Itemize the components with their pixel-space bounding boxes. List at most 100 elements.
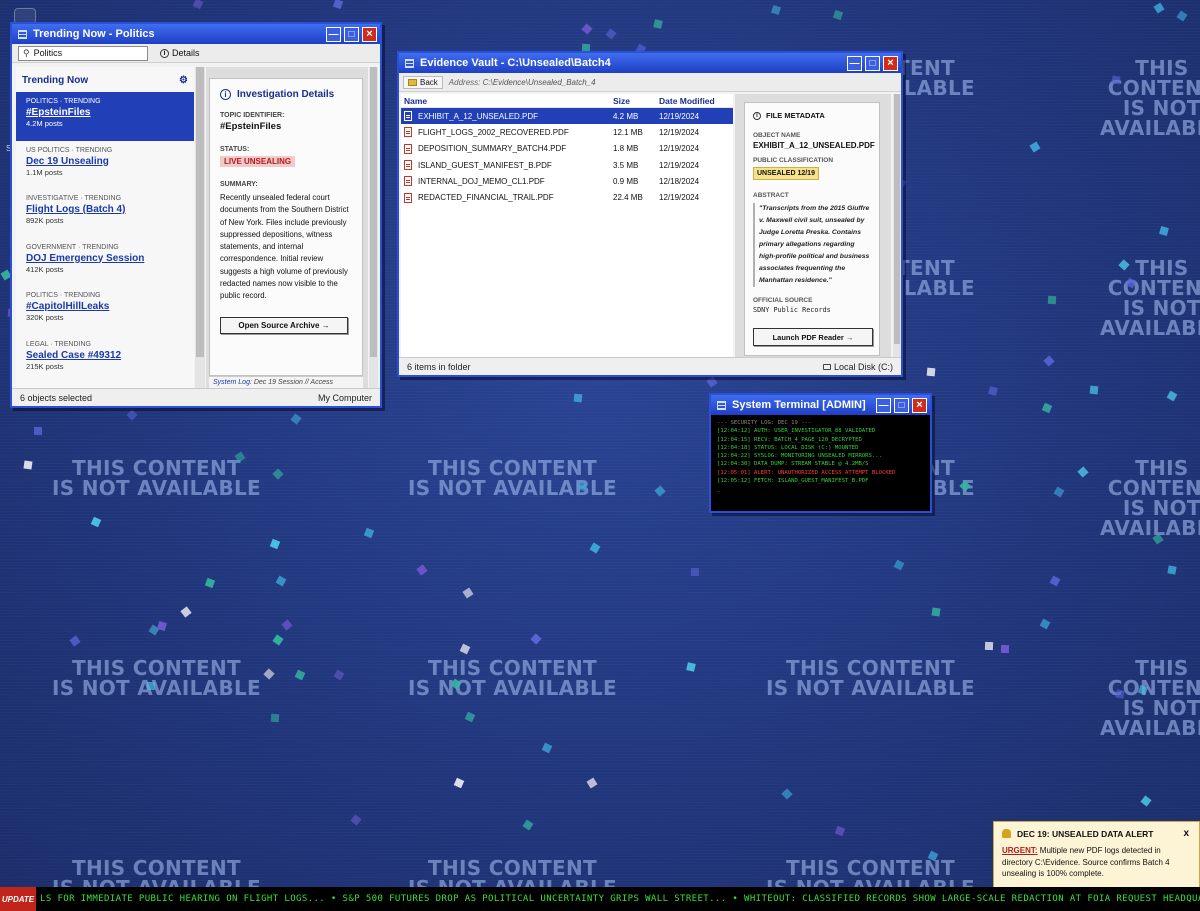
- status-right: My Computer: [317, 392, 372, 403]
- evidence-vault-window[interactable]: Evidence Vault - C:\Unsealed\Batch4 — □ …: [397, 51, 903, 377]
- notification-close-button[interactable]: x: [1181, 828, 1191, 839]
- file-row[interactable]: DEPOSITION_SUMMARY_BATCH4.PDF 1.8 MB 12/19…: [401, 141, 733, 157]
- file-row[interactable]: FLIGHT_LOGS_2002_RECOVERED.PDF 12.1 MB 12/…: [401, 124, 733, 140]
- alert-notification[interactable]: DEC 19: UNSEALED DATA ALERT x URGENT: Mu…: [993, 821, 1200, 897]
- evidence-titlebar[interactable]: Evidence Vault - C:\Unsealed\Batch4 — □ …: [399, 53, 901, 73]
- trending-titlebar[interactable]: Trending Now - Politics — □ ×: [12, 24, 380, 44]
- list-scrollbar[interactable]: [195, 67, 205, 389]
- trend-title-link[interactable]: #EpsteinFiles: [26, 107, 186, 118]
- column-date[interactable]: Date Modified: [659, 96, 733, 106]
- terminal-titlebar[interactable]: System Terminal [ADMIN] — □ ×: [711, 395, 930, 415]
- trending-window[interactable]: Trending Now - Politics — □ × ⚲ Politics…: [10, 22, 382, 408]
- file-row[interactable]: REDACTED_FINANCIAL_TRAIL.PDF 22.4 MB 12/19…: [401, 189, 733, 205]
- file-name-cell: ISLAND_GUEST_MANIFEST_B.PDF: [401, 160, 613, 171]
- status-right: Local Disk (C:): [822, 362, 893, 372]
- terminal-line: [12:05:12] FETCH: ISLAND_GUEST_MANIFEST_…: [717, 478, 869, 485]
- details-scrollbar[interactable]: [369, 67, 378, 389]
- details-heading-text: Investigation Details: [237, 89, 335, 100]
- minimize-button[interactable]: —: [326, 26, 341, 42]
- trend-category: LEGAL · TRENDING: [26, 340, 91, 348]
- notification-title: DEC 19: UNSEALED DATA ALERT: [1017, 828, 1154, 839]
- minimize-button[interactable]: —: [876, 397, 891, 413]
- confetti-square: [988, 386, 998, 396]
- status-badge: LIVE UNSEALING: [220, 156, 296, 167]
- confetti-square: [459, 643, 471, 655]
- column-name[interactable]: Name: [401, 96, 613, 106]
- confetti-square: [69, 635, 81, 647]
- confetti-square: [462, 587, 474, 599]
- confetti-square: [1029, 141, 1041, 153]
- terminal-output[interactable]: --- SECURITY LOG: DEC 19 --- [12:04:12] …: [711, 415, 930, 498]
- open-source-archive-button[interactable]: Open Source Archive →: [220, 316, 348, 334]
- maximize-button[interactable]: □: [894, 397, 909, 413]
- minimize-button[interactable]: —: [847, 55, 862, 71]
- file-row[interactable]: EXHIBIT_A_12_UNSEALED.PDF 4.2 MB 12/19/202…: [401, 108, 733, 125]
- scrollbar-thumb[interactable]: [196, 67, 204, 357]
- scrollbar-thumb[interactable]: [894, 94, 900, 344]
- launch-pdf-reader-button[interactable]: Launch PDF Reader →: [753, 328, 873, 346]
- trend-category: US POLITICS · TRENDING: [26, 146, 113, 154]
- trend-title-link[interactable]: Sealed Case #49312: [26, 350, 186, 361]
- details-button[interactable]: i Details: [160, 48, 200, 58]
- window-menu-icon[interactable]: [717, 400, 726, 410]
- terminal-line: [12:04:15] RECV: BATCH_4_PAGE_120_DECRYP…: [717, 436, 862, 443]
- confetti-square: [653, 19, 663, 29]
- close-button[interactable]: ×: [362, 26, 377, 42]
- trending-list-item[interactable]: INVESTIGATIVE · TRENDING Flight Logs (Bat…: [16, 189, 194, 238]
- column-size[interactable]: Size: [613, 96, 659, 106]
- address-bar[interactable]: Address: C:\Evidence\Unsealed_Batch_4: [449, 78, 596, 87]
- file-row[interactable]: INTERNAL_DOJ_MEMO_CL1.PDF 0.9 MB 12/18/202…: [401, 173, 733, 189]
- confetti-square: [706, 376, 718, 388]
- confetti-square: [1000, 644, 1010, 654]
- status-bar: 6 items in folder Local Disk (C:): [399, 357, 901, 375]
- trend-title-link[interactable]: #CapitolHillLeaks: [26, 301, 186, 312]
- trend-title-link[interactable]: Flight Logs (Batch 4): [26, 204, 186, 215]
- confetti-square: [781, 788, 793, 800]
- window-menu-icon[interactable]: [405, 58, 414, 68]
- system-terminal-window[interactable]: System Terminal [ADMIN] — □ × --- SECURI…: [709, 393, 932, 513]
- watermark-line: IS NOT AVAILABLE: [1100, 696, 1200, 740]
- maximize-button[interactable]: □: [344, 26, 359, 42]
- summary-label: SUMMARY:: [220, 181, 258, 188]
- maximize-button[interactable]: □: [865, 55, 880, 71]
- trend-post-count: 215K posts: [26, 361, 64, 371]
- watermark-line: THIS CONTENT: [72, 856, 241, 880]
- trending-list-heading: Trending Now ⚙: [16, 67, 194, 92]
- details-pane: i Investigation Details TOPIC IDENTIFIER…: [206, 67, 368, 389]
- metadata-scrollbar[interactable]: [893, 94, 901, 364]
- back-button[interactable]: Back: [403, 75, 443, 89]
- confetti-square: [272, 634, 284, 646]
- trend-title-link[interactable]: DOJ Emergency Session: [26, 253, 186, 264]
- trending-list-item[interactable]: POLITICS · TRENDING #CapitolHillLeaks 320K…: [16, 286, 194, 335]
- close-button[interactable]: ×: [912, 397, 927, 413]
- watermark-line: IS NOT AVAILABLE: [52, 676, 261, 700]
- trending-list-item[interactable]: US POLITICS · TRENDING Dec 19 Unsealing 1.…: [16, 141, 194, 190]
- watermark-text: THIS CONTENTIS NOT AVAILABLE: [408, 458, 617, 498]
- syslog-keyword: System Log: [213, 379, 250, 386]
- trending-list-item[interactable]: POLITICS · TRENDING #EpsteinFiles 4.2M pos…: [16, 92, 194, 141]
- file-row[interactable]: ISLAND_GUEST_MANIFEST_B.PDF 3.5 MB 12/19/2…: [401, 157, 733, 173]
- urgent-label: URGENT:: [1002, 846, 1038, 855]
- trending-list-item[interactable]: LEGAL · TRENDING Sealed Case #49312 215K p…: [16, 335, 194, 384]
- confetti-square: [926, 367, 936, 377]
- trend-post-count: 1.1M posts: [26, 167, 63, 177]
- watermark-line: THIS CONTENT: [1107, 656, 1200, 700]
- window-title: System Terminal [ADMIN]: [732, 399, 866, 411]
- file-date: 12/18/2024: [659, 176, 700, 186]
- search-input[interactable]: ⚲ Politics: [18, 45, 148, 61]
- info-icon: i: [220, 89, 231, 100]
- window-menu-icon[interactable]: [18, 29, 27, 39]
- confetti-square: [1140, 795, 1152, 807]
- trending-list-item[interactable]: GOVERNMENT · TRENDING DOJ Emergency Sessi…: [16, 238, 194, 287]
- pdf-file-icon: [404, 143, 412, 154]
- confetti-square: [1041, 402, 1053, 414]
- trend-title-link[interactable]: Dec 19 Unsealing: [26, 156, 186, 167]
- terminal-alert-line: [12:05:01] ALERT: UNAUTHORIZED ACCESS AT…: [717, 469, 896, 476]
- gear-icon[interactable]: ⚙: [179, 75, 188, 86]
- confetti-square: [1115, 689, 1125, 699]
- watermark-line: IS NOT AVAILABLE: [766, 676, 975, 700]
- terminal-lines: [12:04:12] AUTH: USER_INVESTIGATOR_88 VA…: [717, 427, 924, 468]
- close-button[interactable]: ×: [883, 55, 898, 71]
- confetti-square: [931, 607, 941, 617]
- scrollbar-thumb[interactable]: [370, 67, 377, 357]
